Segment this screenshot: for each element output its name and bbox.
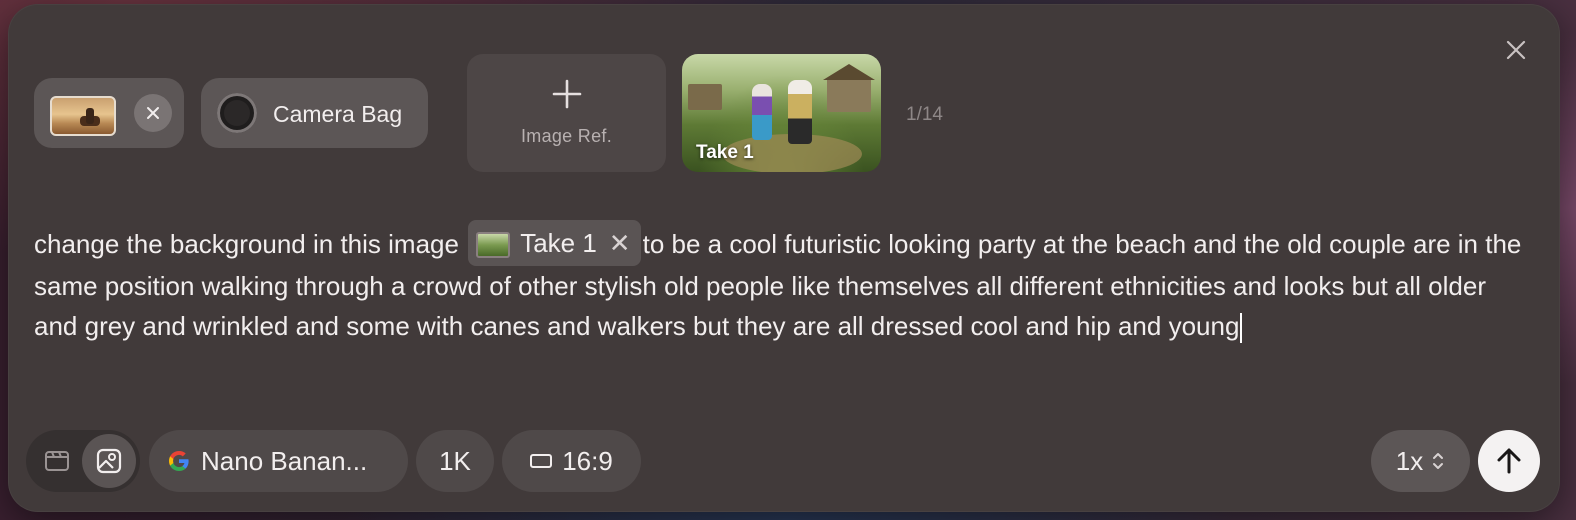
- send-button[interactable]: [1478, 430, 1540, 492]
- prompt-panel: Camera Bag Image Ref. Take 1 1/14 change…: [8, 4, 1560, 512]
- image-mode-icon: [96, 448, 122, 474]
- inline-chip-thumbnail: [476, 232, 511, 259]
- aspect-ratio-label: 16:9: [562, 445, 613, 476]
- model-selector[interactable]: Nano Banan...: [149, 430, 408, 492]
- reference-image-thumbnail: [50, 96, 116, 136]
- video-mode-button[interactable]: [30, 434, 84, 488]
- x-icon: [147, 107, 159, 119]
- chevron-updown-icon: [1433, 453, 1444, 469]
- camera-lens-icon: [217, 93, 257, 133]
- count-label: 1x: [1395, 445, 1424, 476]
- camera-bag-label: Camera Bag: [273, 101, 403, 127]
- reference-image-chip[interactable]: [34, 78, 184, 148]
- close-button[interactable]: [1500, 34, 1532, 66]
- image-mode-button[interactable]: [82, 434, 136, 488]
- resolution-selector[interactable]: 1K: [416, 430, 494, 492]
- image-ref-label: Image Ref.: [520, 126, 613, 146]
- prompt-text-before: change the background in this image: [34, 229, 459, 259]
- camera-bag-chip[interactable]: Camera Bag: [201, 78, 428, 148]
- aspect-ratio-selector[interactable]: 16:9: [502, 430, 641, 492]
- video-mode-icon: [45, 451, 69, 471]
- model-label: Nano Banan...: [201, 445, 368, 476]
- mode-toggle-group: [26, 430, 140, 492]
- inline-image-chip[interactable]: Take 1 ✕: [468, 220, 641, 267]
- add-image-ref-button[interactable]: Image Ref.: [467, 54, 666, 172]
- take-1-thumbnail[interactable]: Take 1: [682, 54, 881, 172]
- close-icon: [1506, 40, 1526, 60]
- inline-chip-label: Take 1: [520, 228, 597, 259]
- arrow-up-icon: [1497, 448, 1521, 474]
- resolution-label: 1K: [439, 445, 471, 476]
- count-stepper[interactable]: 1x: [1371, 430, 1470, 492]
- take-label: Take 1: [696, 142, 754, 163]
- plus-icon: [552, 79, 582, 109]
- aspect-ratio-icon: [530, 454, 553, 468]
- take-counter: 1/14: [906, 104, 943, 125]
- remove-reference-button[interactable]: [134, 94, 172, 132]
- prompt-textarea[interactable]: change the background in this image Take…: [34, 220, 1534, 346]
- x-icon[interactable]: ✕: [609, 228, 631, 258]
- google-icon: [169, 451, 189, 471]
- text-cursor: [1240, 313, 1243, 344]
